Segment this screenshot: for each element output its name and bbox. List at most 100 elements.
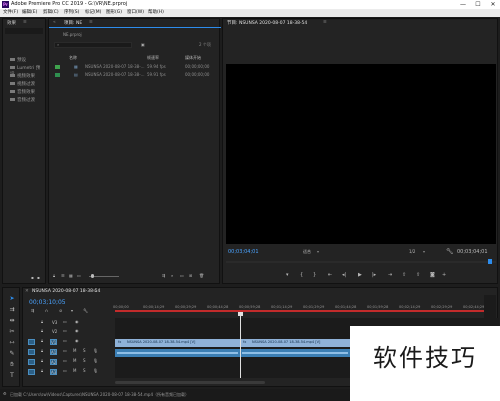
tree-item-video-transitions[interactable]: 视频过渡 <box>10 81 35 87</box>
mark-in-icon[interactable]: { <box>300 272 303 278</box>
project-search-input[interactable]: ⌕ <box>54 42 132 48</box>
chevron-down-icon[interactable]: ▾ <box>317 249 319 254</box>
hand-tool-icon[interactable]: ✋︎ <box>8 361 16 369</box>
new-item-icon[interactable]: ⊞ <box>189 273 192 278</box>
panel-menu-icon[interactable]: ≡ <box>93 289 97 294</box>
extract-icon[interactable]: ⇪ <box>416 272 420 278</box>
menu-file[interactable]: 文件(F) <box>3 9 18 17</box>
panel-menu-icon[interactable]: ≡ <box>89 20 93 25</box>
new-search-bin-icon[interactable]: ▣ <box>141 42 145 47</box>
menu-window[interactable]: 窗口(W) <box>127 9 144 17</box>
lock-icon[interactable]: 🔒︎ <box>41 348 43 353</box>
mute-button[interactable]: M <box>73 358 76 363</box>
timeline-timecode[interactable]: 00;03;10;05 <box>29 299 66 306</box>
mark-out-icon[interactable]: } <box>313 272 316 278</box>
track-target-a1[interactable]: A1 <box>50 349 57 355</box>
mic-icon[interactable]: 🎙︎ <box>93 348 98 353</box>
close-tab-icon[interactable]: ✕ <box>25 289 29 294</box>
zoom-slider-handle[interactable] <box>91 274 94 278</box>
track-target-a2[interactable]: A2 <box>50 359 57 365</box>
solo-button[interactable]: S <box>83 368 86 373</box>
sync-lock-icon[interactable]: ▭ <box>63 328 67 333</box>
column-name[interactable]: 名称 <box>69 55 77 61</box>
video-clip[interactable]: fx NSUNSA 2020-08-07 18-38-54.mp4 [V] <box>115 339 240 347</box>
play-icon[interactable]: ▶ <box>358 272 362 278</box>
tree-item-video-effects[interactable]: 视频效果 <box>10 73 35 79</box>
menu-help[interactable]: 帮助(H) <box>148 9 164 17</box>
lock-icon[interactable]: 🔒︎ <box>41 368 43 373</box>
icon-view-icon[interactable]: ▦ <box>69 273 73 278</box>
mute-button[interactable]: M <box>73 348 76 353</box>
snap-icon[interactable]: ∩ <box>45 308 48 313</box>
source-patch-a3[interactable] <box>28 369 35 375</box>
lock-icon[interactable]: 🔒︎ <box>41 319 43 324</box>
menu-clip[interactable]: 剪辑(C) <box>43 9 59 17</box>
tree-item-presets[interactable]: 预设 <box>10 57 26 63</box>
new-bin-icon[interactable]: ▭ <box>180 273 184 278</box>
go-to-out-icon[interactable]: ⇥ <box>388 272 392 278</box>
find-icon[interactable]: ⌕ <box>171 273 173 278</box>
menu-sequence[interactable]: 序列(S) <box>64 9 79 17</box>
track-select-tool-icon[interactable]: ⇉ <box>8 306 16 314</box>
effects-search-input[interactable] <box>5 28 43 34</box>
track-target-v1[interactable]: V1 <box>50 339 57 345</box>
playhead-timecode[interactable]: 00;03;04;01 <box>228 249 259 255</box>
solo-button[interactable]: S <box>83 358 86 363</box>
chevron-down-icon[interactable]: ▾ <box>423 249 425 254</box>
project-tab[interactable]: 项目: NE <box>64 20 82 26</box>
sync-lock-icon[interactable]: ▭ <box>63 368 67 373</box>
sync-lock-icon[interactable]: ▭ <box>63 319 67 324</box>
track-target-a3[interactable]: A3 <box>50 369 57 375</box>
tree-item-audio-transitions[interactable]: 音频过渡 <box>10 97 35 103</box>
sync-lock-icon[interactable]: ▭ <box>63 358 67 363</box>
add-marker-icon[interactable]: ▾ <box>71 308 73 313</box>
timeline-horizontal-scrollbar[interactable] <box>115 381 265 384</box>
panel-menu-icon[interactable]: ≡ <box>23 20 27 25</box>
work-area-bar[interactable] <box>115 310 495 312</box>
source-patch-a1[interactable] <box>28 349 35 355</box>
type-tool-icon[interactable]: T <box>8 372 16 380</box>
list-view-icon[interactable]: ☰ <box>61 273 65 278</box>
go-to-in-icon[interactable]: ⇤ <box>328 272 332 278</box>
new-bin-icon[interactable]: ▪ <box>31 275 34 280</box>
lock-icon[interactable]: 🔒︎ <box>41 328 43 333</box>
tree-item-audio-effects[interactable]: 音频效果 <box>10 89 35 95</box>
clear-icon[interactable]: 🗑︎ <box>199 273 204 278</box>
audio-clip[interactable] <box>240 349 350 357</box>
eye-icon[interactable]: ◉ <box>75 319 79 324</box>
mic-icon[interactable]: 🎙︎ <box>93 368 98 373</box>
playhead-line[interactable] <box>240 316 241 378</box>
ripple-edit-tool-icon[interactable]: ⇹ <box>8 317 16 325</box>
source-patch-a2[interactable] <box>28 359 35 365</box>
solo-button[interactable]: S <box>83 348 86 353</box>
slip-tool-icon[interactable]: ⇿ <box>8 339 16 347</box>
list-item[interactable]: ▤ NSUNSA 2020-08-07 18-38-... 59.91 fps … <box>51 71 216 78</box>
video-preview[interactable] <box>226 64 496 244</box>
monitor-playhead[interactable] <box>488 259 492 264</box>
video-clip[interactable]: fx NSUNSA 2020-08-07 18-38-54.mp4 [V] <box>240 339 350 347</box>
lock-icon[interactable]: 🔒︎ <box>53 273 55 278</box>
column-media-start[interactable]: 媒体开始 <box>185 55 201 61</box>
selection-tool-icon[interactable]: ➤ <box>8 295 16 303</box>
mute-button[interactable]: M <box>73 368 76 373</box>
menu-graphics[interactable]: 图形(G) <box>106 9 122 17</box>
list-item[interactable]: ▦ NSUNSA 2020-08-07 18-38-... 59.94 fps … <box>51 63 216 70</box>
libraries-tab-placeholder[interactable]: « <box>53 20 56 25</box>
linked-selection-icon[interactable]: ⊘ <box>59 308 62 313</box>
fit-select[interactable]: 适合 <box>303 249 311 255</box>
effects-tab[interactable]: 效果 <box>7 20 16 26</box>
step-back-icon[interactable]: ◂| <box>342 272 346 278</box>
menu-marker[interactable]: 标记(M) <box>85 9 101 17</box>
panel-menu-icon[interactable]: ≡ <box>323 20 327 25</box>
wrench-icon[interactable]: 🔧︎ <box>83 308 88 313</box>
delete-icon[interactable]: ▪ <box>37 275 40 280</box>
minimize-button[interactable]: — <box>456 0 470 9</box>
lock-icon[interactable]: 🔒︎ <box>41 338 43 343</box>
mic-icon[interactable]: 🎙︎ <box>93 358 98 363</box>
export-frame-icon[interactable]: ◙ <box>430 272 435 278</box>
automate-icon[interactable]: ⇶ <box>162 273 165 278</box>
sync-lock-icon[interactable]: ▭ <box>63 348 67 353</box>
razor-tool-icon[interactable]: ✂ <box>8 328 16 336</box>
eye-icon[interactable]: ◉ <box>75 328 79 333</box>
sequence-tab[interactable]: NSUNSA 2020-08-07 18-38-54 <box>32 289 100 294</box>
